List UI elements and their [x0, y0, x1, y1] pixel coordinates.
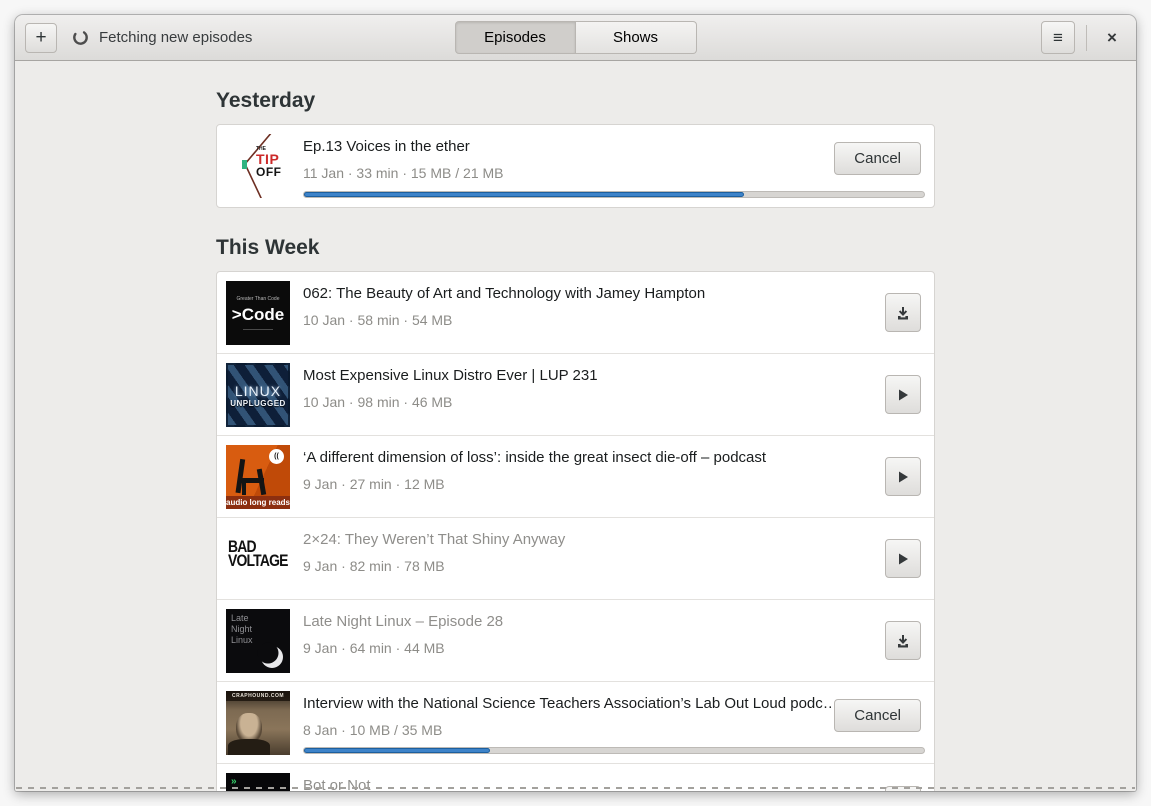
download-progress-fill	[304, 748, 490, 753]
cover-text: »	[231, 776, 237, 787]
episode-title: Interview with the National Science Teac…	[303, 695, 835, 712]
episode-meta: 9 Jan · 82 min · 78 MB	[303, 558, 445, 574]
scroll-undershoot-indicator	[16, 787, 1135, 789]
download-progressbar	[303, 191, 925, 198]
cover-text: TIP	[256, 151, 280, 167]
episode-meta: 9 Jan · 64 min · 44 MB	[303, 640, 445, 656]
cancel-download-button[interactable]: Cancel	[834, 699, 921, 732]
headerbar[interactable]: + Fetching new episodes Episodes Shows ≡…	[15, 15, 1136, 61]
cover-art-late-night-linux: Late Night Linux	[226, 609, 290, 673]
cover-art-the-tip-off: THE TIP OFF	[226, 134, 290, 198]
episode-title: Late Night Linux – Episode 28	[303, 613, 504, 630]
cancel-download-button[interactable]: Cancel	[834, 142, 921, 175]
play-icon	[899, 389, 908, 400]
episode-title: 2×24: They Weren’t That Shiny Anyway	[303, 531, 566, 548]
play-icon	[899, 553, 908, 564]
episode-row: BAD VOLTAGE 2×24: They Weren’t That Shin…	[217, 518, 934, 600]
view-switcher: Episodes Shows	[454, 21, 697, 54]
episode-title: Ep.13 Voices in the ether	[303, 138, 470, 155]
episode-row: CRAPHOUND.COM Interview with the Nationa…	[217, 682, 934, 764]
episode-row: Late Night Linux Late Night Linux – Epis…	[217, 600, 934, 682]
cover-art-audio-long-reads: (( audio long reads	[226, 445, 290, 509]
episode-meta: 8 Jan · 10 MB / 35 MB	[303, 722, 443, 738]
section-title-yesterday: Yesterday	[216, 89, 316, 112]
episode-meta: 10 Jan · 58 min · 54 MB	[303, 312, 453, 328]
play-button[interactable]	[885, 375, 921, 414]
cover-text: VOLTAGE	[228, 551, 288, 570]
cover-art-bad-voltage: BAD VOLTAGE	[226, 527, 290, 591]
cover-text: >Code	[231, 305, 285, 324]
status-text: Fetching new episodes	[99, 29, 253, 46]
cover-art-greater-than-code: Greater Than Code >Code	[226, 281, 290, 345]
episode-list-yesterday: THE TIP OFF Ep.13 Voices in the ether 11…	[216, 124, 935, 208]
play-button[interactable]	[885, 539, 921, 578]
menu-button[interactable]: ≡	[1041, 21, 1075, 54]
headerbar-right: ≡ ×	[1041, 21, 1126, 54]
add-podcast-button[interactable]: +	[25, 22, 57, 53]
cover-text: LINUX	[234, 382, 282, 399]
podcasts-window: + Fetching new episodes Episodes Shows ≡…	[15, 15, 1136, 791]
episode-row: LINUX UNPLUGGED Most Expensive Linux Dis…	[217, 354, 934, 436]
cover-text: OFF	[256, 165, 282, 179]
cover-text: audio long reads	[226, 496, 290, 509]
download-button[interactable]	[885, 293, 921, 332]
close-button[interactable]: ×	[1098, 24, 1126, 52]
hamburger-icon: ≡	[1053, 27, 1063, 47]
cover-text: UNPLUGGED	[230, 398, 286, 408]
episode-row: THE TIP OFF Ep.13 Voices in the ether 11…	[217, 125, 934, 207]
cover-art-craphound: CRAPHOUND.COM	[226, 691, 290, 755]
episode-meta: 11 Jan · 33 min · 15 MB / 21 MB	[303, 165, 504, 181]
episode-list-this-week: Greater Than Code >Code 062: The Beauty …	[216, 271, 935, 791]
episode-meta: 9 Jan · 27 min · 12 MB	[303, 476, 445, 492]
tab-episodes[interactable]: Episodes	[454, 21, 576, 54]
episode-title: ‘A different dimension of loss’: inside …	[303, 449, 767, 466]
episodes-scroll-area[interactable]: Yesterday THE TIP OFF Ep.13 Voices in th…	[15, 61, 1136, 791]
spinner-icon	[73, 30, 88, 45]
crescent-moon-graphic	[257, 642, 283, 668]
episode-row: Greater Than Code >Code 062: The Beauty …	[217, 272, 934, 354]
section-title-this-week: This Week	[216, 236, 320, 259]
download-icon	[898, 306, 908, 319]
play-icon	[899, 471, 908, 482]
download-button[interactable]	[885, 621, 921, 660]
cover-art-linux-unplugged: LINUX UNPLUGGED	[226, 363, 290, 427]
cover-text: Greater Than Code	[236, 296, 280, 302]
close-icon: ×	[1107, 27, 1117, 47]
guardian-badge: ((	[269, 449, 284, 464]
episode-meta: 10 Jan · 98 min · 46 MB	[303, 394, 453, 410]
download-icon	[898, 634, 908, 647]
episode-title: 062: The Beauty of Art and Technology wi…	[303, 285, 706, 302]
header-separator	[1086, 24, 1087, 51]
play-button[interactable]	[885, 457, 921, 496]
episode-title: Most Expensive Linux Distro Ever | LUP 2…	[303, 367, 598, 384]
episode-row: (( audio long reads ‘A different dimensi…	[217, 436, 934, 518]
download-progressbar	[303, 747, 925, 754]
download-progress-fill	[304, 192, 745, 197]
tab-shows[interactable]: Shows	[575, 21, 697, 54]
cover-text: CRAPHOUND.COM	[226, 691, 290, 701]
